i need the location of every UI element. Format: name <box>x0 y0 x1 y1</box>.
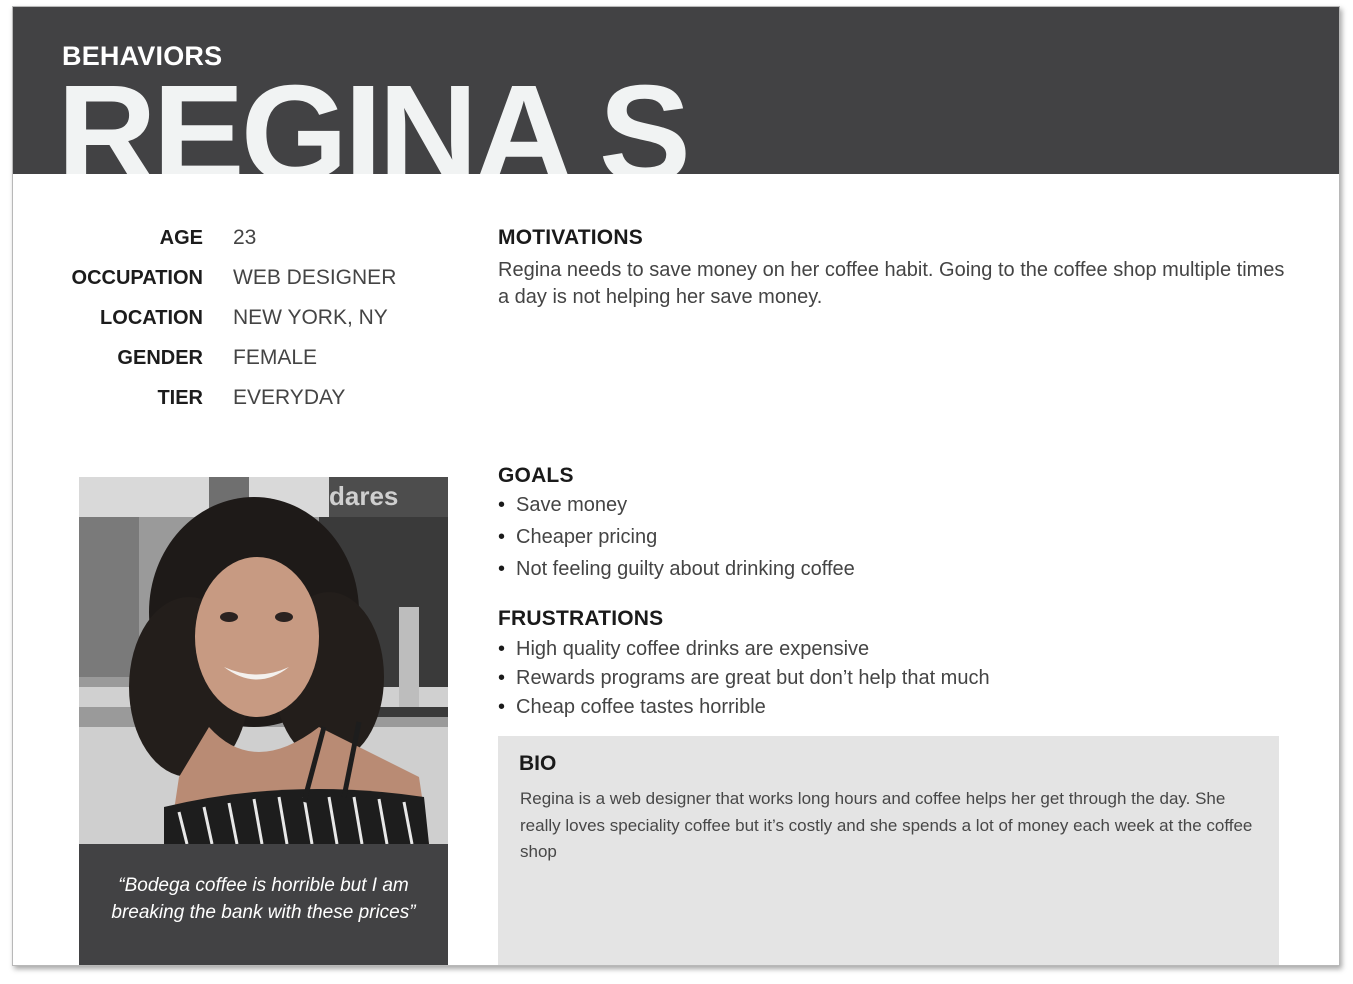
fact-value: FEMALE <box>233 346 318 369</box>
fact-label: GENDER <box>117 347 203 369</box>
fact-label: TIER <box>157 387 203 409</box>
list-item: Rewards programs are great but don’t hel… <box>498 667 990 696</box>
fact-row-location: LOCATION NEW YORK, NY <box>13 303 473 343</box>
fact-value: WEB DESIGNER <box>233 266 397 289</box>
list-item: High quality coffee drinks are expensive <box>498 638 990 667</box>
portrait-illustration: dares <box>79 477 448 844</box>
fact-label: LOCATION <box>100 307 203 329</box>
persona-header: BEHAVIORS REGINA S <box>13 7 1339 174</box>
list-item: Cheap coffee tastes horrible <box>498 696 990 725</box>
motivations-title: MOTIVATIONS <box>498 226 643 249</box>
fact-row-tier: TIER EVERYDAY <box>13 383 473 423</box>
bio-text: Regina is a web designer that works long… <box>520 789 1253 861</box>
persona-quote: “Bodega coffee is horrible but I am brea… <box>111 875 416 923</box>
storefront-sign: dares <box>329 481 398 511</box>
quote-box: “Bodega coffee is horrible but I am brea… <box>79 844 448 965</box>
frustrations-list: High quality coffee drinks are expensive… <box>498 638 990 725</box>
fact-row-occupation: OCCUPATION WEB DESIGNER <box>13 263 473 303</box>
fact-value: EVERYDAY <box>233 386 346 409</box>
bio-panel: BIO Regina is a web designer that works … <box>498 736 1279 965</box>
motivations-text: Regina needs to save money on her coffee… <box>498 259 1285 308</box>
persona-photo-block: dares “Bodega coffee is horrible but I a… <box>79 477 448 965</box>
goals-title: GOALS <box>498 464 574 487</box>
fact-value: 23 <box>233 226 257 249</box>
list-item: Cheaper pricing <box>498 526 855 558</box>
frustrations-title: FRUSTRATIONS <box>498 607 664 630</box>
persona-name: REGINA S <box>57 57 691 174</box>
fact-row-gender: GENDER FEMALE <box>13 343 473 383</box>
fact-label: AGE <box>159 227 203 249</box>
persona-photo: dares <box>79 477 448 844</box>
list-item: Not feeling guilty about drinking coffee <box>498 558 855 590</box>
fact-label: OCCUPATION <box>71 267 203 289</box>
demographics-list: AGE 23 OCCUPATION WEB DESIGNER LOCATION … <box>13 223 473 423</box>
fact-row-age: AGE 23 <box>13 223 473 263</box>
bio-title: BIO <box>519 752 557 775</box>
list-item: Save money <box>498 494 855 526</box>
goals-list: Save money Cheaper pricing Not feeling g… <box>498 494 855 590</box>
fact-value: NEW YORK, NY <box>233 306 388 329</box>
persona-card: BEHAVIORS REGINA S AGE 23 OCCUPATION WEB… <box>12 6 1340 966</box>
